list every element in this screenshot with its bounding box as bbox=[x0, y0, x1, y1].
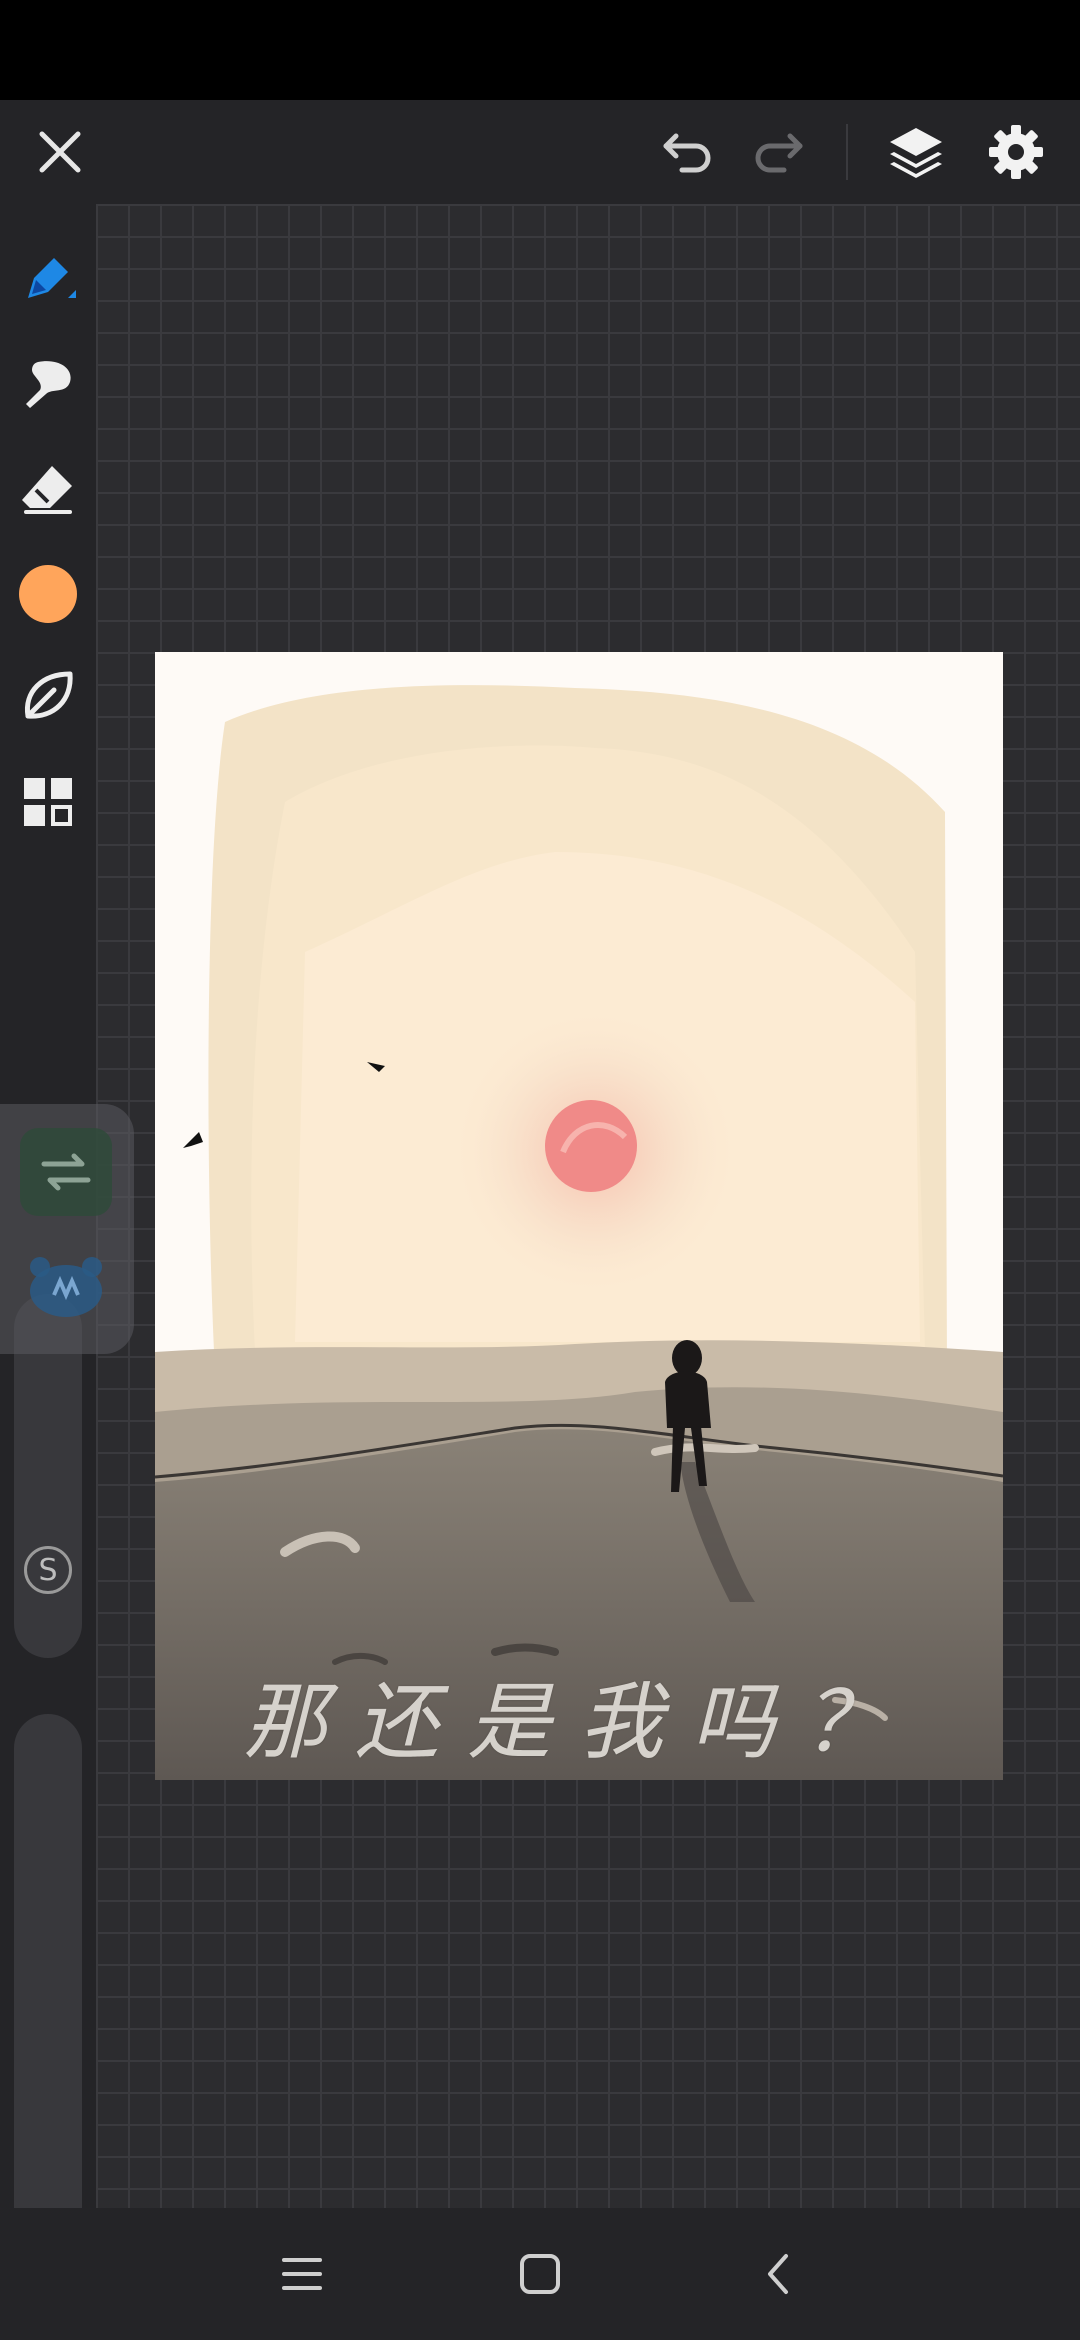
home-icon bbox=[520, 2254, 560, 2294]
color-picker-button[interactable] bbox=[8, 554, 88, 634]
eraser-icon bbox=[22, 466, 72, 514]
navigation-bar bbox=[0, 2208, 1080, 2340]
close-icon bbox=[39, 131, 81, 173]
size-label: S bbox=[24, 1546, 72, 1594]
smudge-brush-icon bbox=[26, 361, 71, 408]
mascot-button[interactable] bbox=[20, 1244, 112, 1328]
swap-icon bbox=[41, 1153, 91, 1191]
undo-button[interactable] bbox=[648, 112, 728, 192]
layers-icon bbox=[890, 128, 942, 178]
grid-view-icon bbox=[24, 778, 72, 826]
shape-tool-button[interactable] bbox=[8, 656, 88, 736]
quick-action-button[interactable] bbox=[20, 1128, 112, 1216]
redo-icon bbox=[755, 133, 803, 173]
artwork-caption: 那还是我吗？ bbox=[242, 1673, 915, 1771]
toolbar-divider bbox=[846, 124, 848, 180]
recent-apps-button[interactable] bbox=[262, 2234, 342, 2314]
opacity-slider[interactable]: 0 bbox=[14, 1714, 82, 2284]
smudge-tool-button[interactable] bbox=[8, 344, 88, 424]
gallery-button[interactable] bbox=[8, 762, 88, 842]
settings-button[interactable] bbox=[974, 110, 1058, 194]
back-icon bbox=[768, 2254, 788, 2294]
menu-icon bbox=[282, 2258, 322, 2290]
home-button[interactable] bbox=[500, 2234, 580, 2314]
eraser-tool-button[interactable] bbox=[8, 448, 88, 528]
redo-button[interactable] bbox=[738, 112, 818, 192]
top-toolbar bbox=[0, 100, 1080, 204]
floating-quick-panel bbox=[0, 1104, 134, 1354]
gear-icon bbox=[989, 125, 1043, 179]
mascot-icon bbox=[30, 1257, 102, 1317]
status-bar bbox=[0, 0, 1080, 100]
artwork-canvas[interactable]: 那还是我吗？ bbox=[155, 652, 1003, 1780]
undo-icon bbox=[663, 133, 711, 173]
leaf-shape-icon bbox=[24, 671, 73, 719]
artwork-illustration bbox=[155, 652, 1003, 1780]
layers-button[interactable] bbox=[874, 110, 958, 194]
pen-tool-icon bbox=[28, 258, 76, 298]
close-button[interactable] bbox=[20, 112, 100, 192]
back-button[interactable] bbox=[738, 2234, 818, 2314]
pen-tool-button[interactable] bbox=[8, 238, 88, 318]
color-swatch bbox=[19, 565, 77, 623]
